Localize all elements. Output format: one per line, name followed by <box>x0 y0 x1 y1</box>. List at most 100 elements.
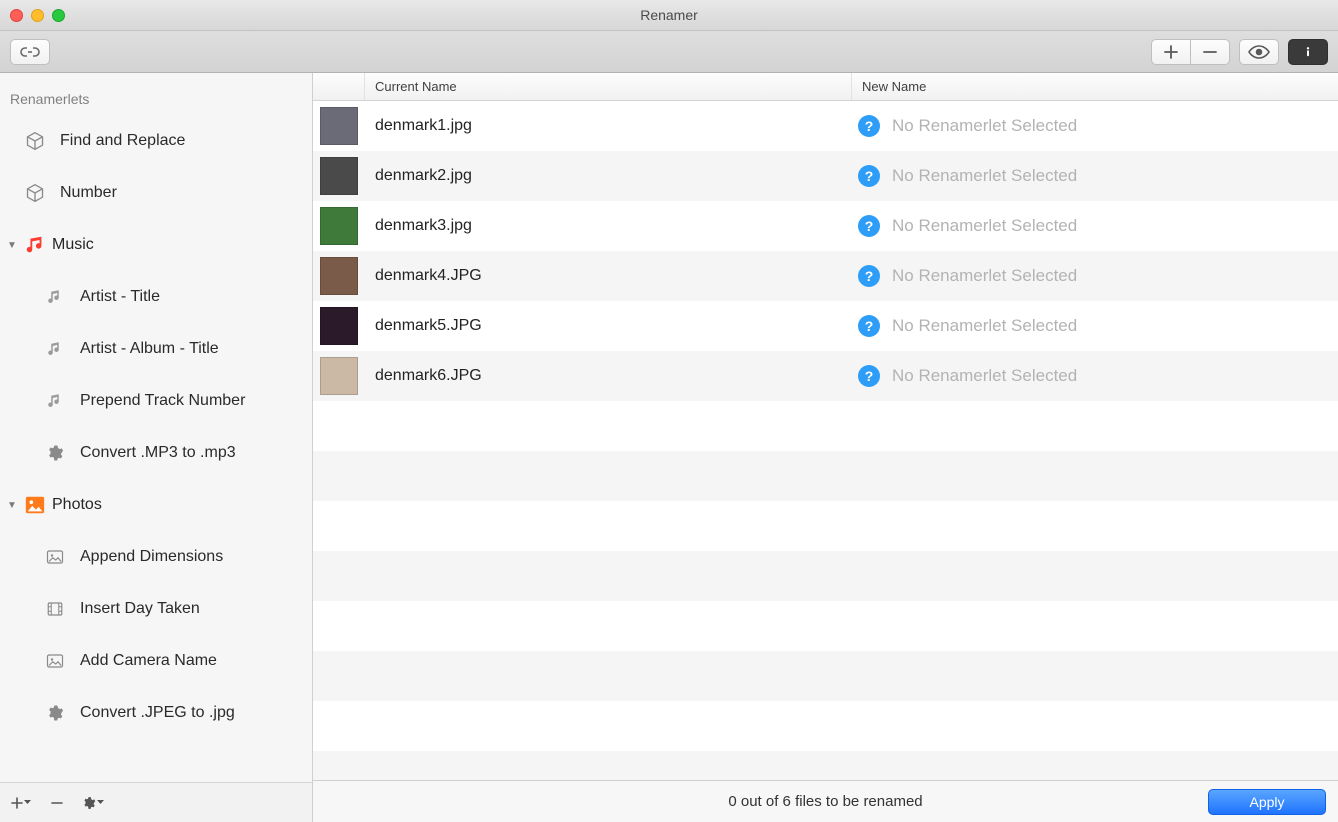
traffic-lights <box>10 9 65 22</box>
help-icon: ? <box>858 365 880 387</box>
sidebar-item[interactable]: Convert .MP3 to .mp3 <box>0 427 312 479</box>
file-thumbnail <box>320 157 358 195</box>
note-icon <box>44 390 66 412</box>
table-row[interactable]: denmark6.JPG? No Renamerlet Selected <box>313 351 1338 401</box>
info-button[interactable] <box>1288 39 1328 65</box>
sidebar-item-label: Artist - Album - Title <box>80 340 219 358</box>
sidebar-item[interactable]: Number <box>0 167 312 219</box>
file-thumbnail <box>320 357 358 395</box>
cell-thumbnail <box>313 157 365 195</box>
column-thumbnail[interactable] <box>313 73 365 100</box>
sidebar: Renamerlets Find and Replace Number ▼ Music… <box>0 73 313 822</box>
sidebar-add-button[interactable] <box>8 791 34 815</box>
new-name-placeholder: No Renamerlet Selected <box>892 116 1077 136</box>
add-remove-segment <box>1151 39 1230 65</box>
sidebar-group-label: Music <box>52 236 94 254</box>
table-row <box>313 651 1338 701</box>
apply-button-label: Apply <box>1249 794 1284 810</box>
sidebar-item[interactable]: Add Camera Name <box>0 635 312 687</box>
remove-button[interactable] <box>1190 39 1230 65</box>
cell-new-name: ? No Renamerlet Selected <box>852 265 1338 287</box>
cell-thumbnail <box>313 257 365 295</box>
help-icon: ? <box>858 315 880 337</box>
sidebar-header: Renamerlets <box>0 81 312 115</box>
close-window-button[interactable] <box>10 9 23 22</box>
sidebar-group-music[interactable]: ▼ Music <box>0 219 312 271</box>
help-icon: ? <box>858 215 880 237</box>
column-new-name-label: New Name <box>862 79 926 94</box>
add-button[interactable] <box>1151 39 1191 65</box>
sidebar-action-button[interactable] <box>80 791 106 815</box>
new-name-placeholder: No Renamerlet Selected <box>892 316 1077 336</box>
table-row[interactable]: denmark4.JPG? No Renamerlet Selected <box>313 251 1338 301</box>
cell-new-name: ? No Renamerlet Selected <box>852 315 1338 337</box>
minus-icon <box>51 797 63 809</box>
plus-dropdown-icon <box>11 797 31 809</box>
new-name-placeholder: No Renamerlet Selected <box>892 366 1077 386</box>
table-row[interactable]: denmark2.jpg?No Renamerlet Selected <box>313 151 1338 201</box>
minimize-window-button[interactable] <box>31 9 44 22</box>
film-icon <box>44 598 66 620</box>
content: Current Name New Name denmark1.jpg?No Re… <box>313 73 1338 822</box>
cell-current-name: denmark1.jpg <box>365 117 852 135</box>
disclosure-triangle-icon[interactable]: ▼ <box>6 240 18 251</box>
sidebar-item-label: Artist - Title <box>80 288 160 306</box>
sidebar-scroll[interactable]: Renamerlets Find and Replace Number ▼ Music… <box>0 73 312 782</box>
minus-icon <box>1203 45 1217 59</box>
table-body[interactable]: denmark1.jpg?No Renamerlet Selecteddenma… <box>313 101 1338 780</box>
cell-new-name: ?No Renamerlet Selected <box>852 115 1338 137</box>
cell-thumbnail <box>313 307 365 345</box>
table-row <box>313 451 1338 501</box>
new-name-placeholder: No Renamerlet Selected <box>892 266 1077 286</box>
sidebar-remove-button[interactable] <box>44 791 70 815</box>
apply-button[interactable]: Apply <box>1208 789 1326 815</box>
sidebar-item[interactable]: Prepend Track Number <box>0 375 312 427</box>
table-row[interactable]: denmark1.jpg?No Renamerlet Selected <box>313 101 1338 151</box>
cell-current-name: denmark4.JPG <box>365 267 852 285</box>
cell-new-name: ?No Renamerlet Selected <box>852 165 1338 187</box>
preview-button[interactable] <box>1239 39 1279 65</box>
sidebar-item[interactable]: Artist - Title <box>0 271 312 323</box>
sidebar-item[interactable]: Append Dimensions <box>0 531 312 583</box>
column-current-name[interactable]: Current Name <box>365 73 852 100</box>
sidebar-item[interactable]: Convert .JPEG to .jpg <box>0 687 312 739</box>
link-icon <box>20 45 40 59</box>
sidebar-item-label: Insert Day Taken <box>80 600 200 618</box>
plus-icon <box>1164 45 1178 59</box>
image-icon <box>44 546 66 568</box>
table-header: Current Name New Name <box>313 73 1338 101</box>
cell-current-name: denmark3.jpg <box>365 217 852 235</box>
toolbar <box>0 31 1338 73</box>
eye-icon <box>1248 45 1270 59</box>
cell-current-name: denmark6.JPG <box>365 367 852 385</box>
sidebar-item[interactable]: Insert Day Taken <box>0 583 312 635</box>
disclosure-triangle-icon[interactable]: ▼ <box>6 500 18 511</box>
help-icon: ? <box>858 265 880 287</box>
table-row[interactable]: denmark5.JPG? No Renamerlet Selected <box>313 301 1338 351</box>
column-new-name[interactable]: New Name <box>852 73 1338 100</box>
cell-current-name: denmark5.JPG <box>365 317 852 335</box>
zoom-window-button[interactable] <box>52 9 65 22</box>
window-title: Renamer <box>0 7 1338 23</box>
file-thumbnail <box>320 207 358 245</box>
help-icon: ? <box>858 165 880 187</box>
sidebar-footer <box>0 782 312 822</box>
sidebar-item[interactable]: Find and Replace <box>0 115 312 167</box>
sidebar-item-label: Find and Replace <box>60 132 185 150</box>
table-row[interactable]: denmark3.jpg? No Renamerlet Selected <box>313 201 1338 251</box>
info-icon <box>1300 44 1316 60</box>
table-row <box>313 601 1338 651</box>
link-button[interactable] <box>10 39 50 65</box>
note-icon <box>44 286 66 308</box>
sidebar-group-photos[interactable]: ▼ Photos <box>0 479 312 531</box>
sidebar-item-label: Append Dimensions <box>80 548 223 566</box>
sidebar-item[interactable]: Artist - Album - Title <box>0 323 312 375</box>
cell-thumbnail <box>313 107 365 145</box>
sidebar-item-label: Convert .JPEG to .jpg <box>80 704 235 722</box>
file-thumbnail <box>320 107 358 145</box>
new-name-placeholder: No Renamerlet Selected <box>892 216 1077 236</box>
file-thumbnail <box>320 257 358 295</box>
table-row <box>313 401 1338 451</box>
sidebar-group-label: Photos <box>52 496 102 514</box>
table-row <box>313 701 1338 751</box>
